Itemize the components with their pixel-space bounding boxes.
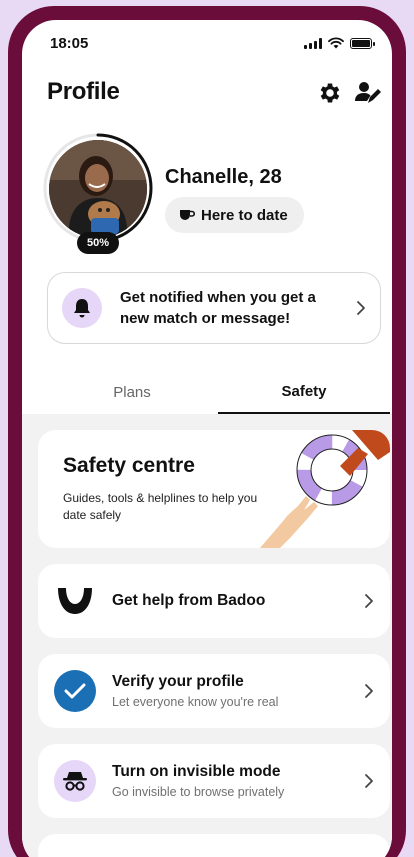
completion-badge: 50% xyxy=(77,232,119,254)
chevron-right-icon xyxy=(365,594,373,608)
intent-chip[interactable]: Here to date xyxy=(165,197,304,233)
gear-icon[interactable] xyxy=(315,78,345,108)
checkmark-icon xyxy=(54,670,96,712)
notify-text: Get notified when you get a new match or… xyxy=(120,289,316,327)
get-help-text: Get help from Badoo xyxy=(112,592,265,610)
battery-icon xyxy=(350,37,375,49)
status-time: 18:05 xyxy=(50,35,89,52)
get-help-title: Get help from Badoo xyxy=(112,592,266,609)
verify-profile-subtitle: Let everyone know you're real xyxy=(112,695,279,709)
safety-centre-card[interactable]: Safety centre Guides, tools & helplines … xyxy=(38,430,390,548)
edit-profile-icon[interactable] xyxy=(352,78,382,108)
avatar[interactable] xyxy=(49,140,147,238)
lifebuoy-illustration xyxy=(260,430,390,548)
invisible-mode-row[interactable]: Turn on invisible mode Go invisible to b… xyxy=(38,744,390,818)
system-icons xyxy=(304,37,375,49)
tab-safety[interactable]: Safety xyxy=(218,370,390,414)
intent-chip-label: Here to date xyxy=(201,206,288,224)
safety-content: Safety centre Guides, tools & helplines … xyxy=(22,414,392,857)
chevron-right-icon xyxy=(365,684,373,698)
profile-tabs: Plans Safety xyxy=(22,370,392,414)
chevron-right-icon xyxy=(357,301,365,315)
chevron-right-icon xyxy=(365,774,373,788)
verify-profile-text: Verify your profile Let everyone know yo… xyxy=(112,673,278,709)
invisible-mode-text: Turn on invisible mode Go invisible to b… xyxy=(112,763,284,799)
coffee-cup-icon xyxy=(180,210,195,220)
next-row-partial[interactable] xyxy=(38,834,390,857)
get-help-row[interactable]: Get help from Badoo xyxy=(38,564,390,638)
safety-centre-subtitle: Guides, tools & helplines to help you da… xyxy=(63,491,258,522)
invisible-mode-subtitle: Go invisible to browse privately xyxy=(112,785,285,799)
notifications-prompt-card[interactable]: Get notified when you get a new match or… xyxy=(47,272,381,344)
wifi-icon xyxy=(328,37,344,49)
user-name-age: Chanelle, 28 xyxy=(165,166,282,188)
status-bar: 18:05 xyxy=(22,20,392,68)
signal-icon xyxy=(304,37,322,49)
bell-icon xyxy=(74,299,90,318)
page-title: Profile xyxy=(47,78,120,105)
invisible-mode-title: Turn on invisible mode xyxy=(112,763,281,780)
verify-profile-row[interactable]: Verify your profile Let everyone know yo… xyxy=(38,654,390,728)
tab-plans[interactable]: Plans xyxy=(47,370,217,414)
verify-profile-title: Verify your profile xyxy=(112,673,244,690)
incognito-icon xyxy=(54,760,96,802)
badoo-logo-icon xyxy=(54,580,96,622)
bell-icon-circle xyxy=(62,288,102,328)
app-screen: 18:05 Profile 50% Chanelle, 28 Here to d… xyxy=(22,20,392,857)
safety-centre-title: Safety centre xyxy=(63,454,195,477)
